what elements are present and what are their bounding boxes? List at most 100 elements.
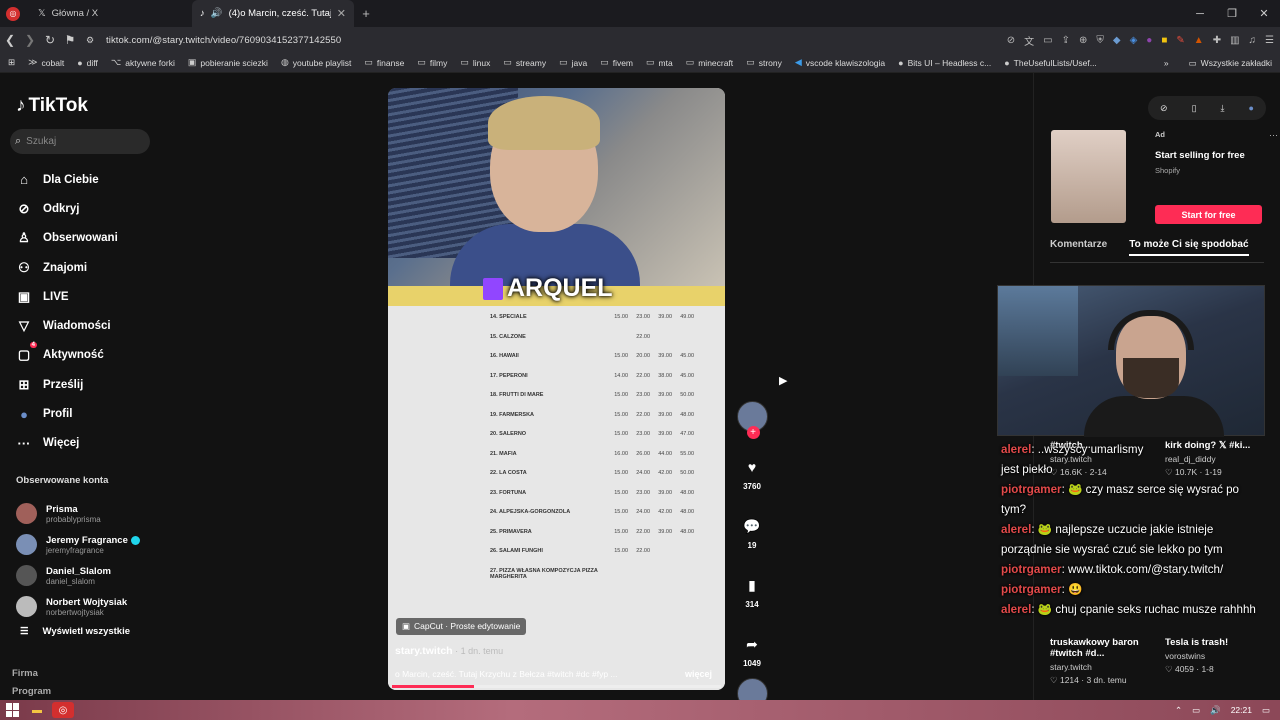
shield-icon[interactable]: ⛨ bbox=[1096, 35, 1104, 46]
extension-icon[interactable]: ■ bbox=[1161, 35, 1167, 46]
phone-icon[interactable]: ▯ bbox=[1192, 103, 1197, 114]
extension-icon[interactable]: ▲ bbox=[1194, 35, 1204, 46]
ad-thumbnail[interactable] bbox=[1051, 130, 1126, 223]
recommended-video[interactable]: Tesla is trash! vorostwins ♡ 4059 · 1-8 bbox=[1165, 637, 1270, 675]
account-item[interactable]: Daniel_Slalom daniel_slalom bbox=[16, 560, 140, 591]
video-progress-bar[interactable] bbox=[392, 685, 721, 688]
bookmark-item[interactable]: ● Bits UI – Headless c... bbox=[898, 58, 991, 68]
bookmark-item[interactable]: ● TheUsefulLists/Usef... bbox=[1004, 58, 1097, 68]
bookmark-item[interactable]: ● diff bbox=[77, 58, 98, 68]
bookmark-item[interactable]: ≫ cobalt bbox=[28, 57, 64, 68]
user-avatar-icon[interactable]: ● bbox=[1249, 103, 1254, 113]
browser-logo-icon[interactable]: ◎ bbox=[6, 6, 20, 21]
nav-for-you[interactable]: ⌂ Dla Ciebie bbox=[16, 165, 118, 194]
download-icon[interactable]: ⤓ bbox=[1221, 103, 1225, 114]
zoom-icon[interactable]: ⊕ bbox=[1079, 35, 1087, 46]
bookmark-folder[interactable]: ▭ finanse bbox=[364, 57, 404, 68]
share-action[interactable]: ➦ 1049 bbox=[739, 631, 765, 669]
account-item[interactable]: Jeremy Fragrance jeremyfragrance bbox=[16, 529, 140, 560]
chevron-right-icon[interactable]: » bbox=[1164, 58, 1169, 68]
more-button[interactable]: więcej bbox=[685, 669, 712, 679]
apps-icon[interactable]: ⊞ bbox=[8, 57, 15, 68]
windows-start-icon[interactable] bbox=[6, 703, 22, 717]
notifications-icon[interactable]: ▭ bbox=[1262, 705, 1270, 716]
ad-cta-button[interactable]: Start for free bbox=[1155, 205, 1262, 224]
comment-action[interactable]: 💬 19 bbox=[739, 513, 765, 551]
tab-tiktok[interactable]: ♪ 🔊 (4)o Marcin, cześć. Tutaj Krzy ✕ bbox=[192, 0, 354, 27]
bookmark-folder[interactable]: ▭ mta bbox=[646, 57, 673, 68]
extension-icon[interactable]: ✎ bbox=[1176, 35, 1184, 46]
translate-icon[interactable]: 文 bbox=[1024, 33, 1034, 48]
network-icon[interactable]: ▭ bbox=[1192, 705, 1200, 716]
extensions-puzzle-icon[interactable]: ✚ bbox=[1213, 35, 1221, 46]
bookmark-item[interactable]: ⌥ aktywne forki bbox=[111, 57, 175, 68]
tab-comments[interactable]: Komentarze bbox=[1050, 239, 1107, 256]
nav-more[interactable]: ··· Więcej bbox=[16, 429, 118, 458]
creator-avatar[interactable]: + bbox=[736, 401, 768, 439]
video-player[interactable]: ARQUEL 14. SPECIALE 15.00 23.00 39.00 49.00 1… bbox=[388, 88, 725, 690]
footer-program-link[interactable]: Program bbox=[12, 686, 51, 697]
tiktok-logo[interactable]: ♪ TikTok bbox=[16, 95, 88, 117]
bookmark-folder[interactable]: ▭ minecraft bbox=[686, 57, 733, 68]
footer-company-link[interactable]: Firma bbox=[12, 668, 38, 679]
extension-icon[interactable]: ◈ bbox=[1130, 35, 1138, 46]
bookmark-folder[interactable]: ▭ java bbox=[559, 57, 587, 68]
nav-activity[interactable]: ▢ 4 Aktywność bbox=[16, 341, 118, 370]
speaker-icon[interactable]: 🔊 bbox=[211, 8, 223, 19]
reload-icon[interactable]: ↻ bbox=[40, 33, 60, 47]
follow-plus-icon[interactable]: + bbox=[746, 426, 760, 439]
tab-recommended[interactable]: To może Ci się spodobać bbox=[1129, 239, 1249, 256]
clock[interactable]: 22:21 bbox=[1231, 705, 1252, 715]
compass-icon[interactable]: ⊘ bbox=[1160, 103, 1168, 114]
capcut-badge[interactable]: ▣ CapCut · Proste edytowanie bbox=[396, 618, 527, 635]
nav-following[interactable]: ♙ Obserwowani bbox=[16, 224, 118, 253]
nav-messages[interactable]: ▽ Wiadomości bbox=[16, 311, 118, 340]
bookmark-folder[interactable]: ▭ filmy bbox=[417, 57, 447, 68]
bookmark-folder[interactable]: ▭ streamy bbox=[503, 57, 546, 68]
url-field[interactable]: tiktok.com/@stary.twitch/video/760903415… bbox=[106, 35, 341, 46]
extension-icon[interactable]: ● bbox=[1146, 35, 1152, 46]
like-action[interactable]: ♥ 3760 bbox=[739, 454, 765, 491]
more-options-icon[interactable]: ··· bbox=[1269, 130, 1278, 140]
minimize-icon[interactable]: ─ bbox=[1184, 0, 1216, 27]
nav-explore[interactable]: ⊘ Odkryj bbox=[16, 194, 118, 223]
all-bookmarks-link[interactable]: Wszystkie zakładki bbox=[1201, 58, 1272, 68]
extension-icon[interactable]: ◆ bbox=[1113, 35, 1121, 46]
forward-icon[interactable]: ❯ bbox=[20, 33, 40, 47]
nav-friends[interactable]: ⚇ Znajomi bbox=[16, 253, 118, 282]
recommended-video[interactable]: truskawkowy baron #twitch #d... stary.tw… bbox=[1050, 637, 1158, 686]
account-item[interactable]: Norbert Wojtysiak norbertwojtysiak bbox=[16, 591, 140, 622]
no-translate-icon[interactable]: ⊘ bbox=[1007, 35, 1015, 46]
share-icon[interactable]: ⇪ bbox=[1062, 35, 1070, 46]
bookmark-folder[interactable]: ▭ linux bbox=[460, 57, 490, 68]
file-explorer-icon[interactable]: ▬ bbox=[26, 702, 48, 718]
nav-profile[interactable]: ● Profil bbox=[16, 399, 118, 428]
new-tab-button[interactable]: + bbox=[354, 6, 378, 21]
sidebar-icon[interactable]: ▥ bbox=[1230, 35, 1239, 46]
menu-icon[interactable]: ☰ bbox=[1265, 35, 1274, 46]
playlist-icon[interactable]: ♫ bbox=[1249, 35, 1257, 46]
bookmark-icon[interactable]: ⚑ bbox=[60, 33, 80, 47]
close-tab-icon[interactable]: ✕ bbox=[337, 7, 346, 20]
nav-live[interactable]: ▣ LIVE bbox=[16, 282, 118, 311]
cast-icon[interactable]: ▭ bbox=[1043, 35, 1052, 46]
browser-taskbar-icon[interactable]: ◎ bbox=[52, 702, 74, 718]
bookmark-item[interactable]: ▣ pobieranie sciezki bbox=[188, 57, 268, 68]
volume-icon[interactable]: 🔊 bbox=[1210, 705, 1221, 716]
site-info-icon[interactable]: ⚙ bbox=[80, 35, 100, 46]
show-all-button[interactable]: ☰ Wyświetl wszystkie bbox=[16, 626, 140, 637]
tray-chevron-icon[interactable]: ⌃ bbox=[1175, 705, 1182, 716]
account-item[interactable]: Prisma probablyprisma bbox=[16, 498, 140, 529]
bookmark-folder[interactable]: ▭ fivem bbox=[600, 57, 633, 68]
save-action[interactable]: ▮ 314 bbox=[739, 572, 765, 610]
video-author[interactable]: stary.twitch · 1 dn. temu bbox=[395, 645, 503, 657]
close-window-icon[interactable]: ✕ bbox=[1248, 0, 1280, 27]
tab-x[interactable]: 𝕏 Główna / X bbox=[30, 0, 192, 27]
bookmark-item[interactable]: ◀ vscode klawiszologia bbox=[795, 57, 885, 68]
search-input[interactable]: ⌕ Szukaj bbox=[10, 129, 150, 154]
nav-upload[interactable]: ⊞ Prześlij bbox=[16, 370, 118, 399]
back-icon[interactable]: ❮ bbox=[0, 33, 20, 47]
bookmark-folder[interactable]: ▭ strony bbox=[746, 57, 782, 68]
bookmark-item[interactable]: ◍ youtube playlist bbox=[281, 57, 351, 68]
restore-icon[interactable]: ❐ bbox=[1216, 0, 1248, 27]
